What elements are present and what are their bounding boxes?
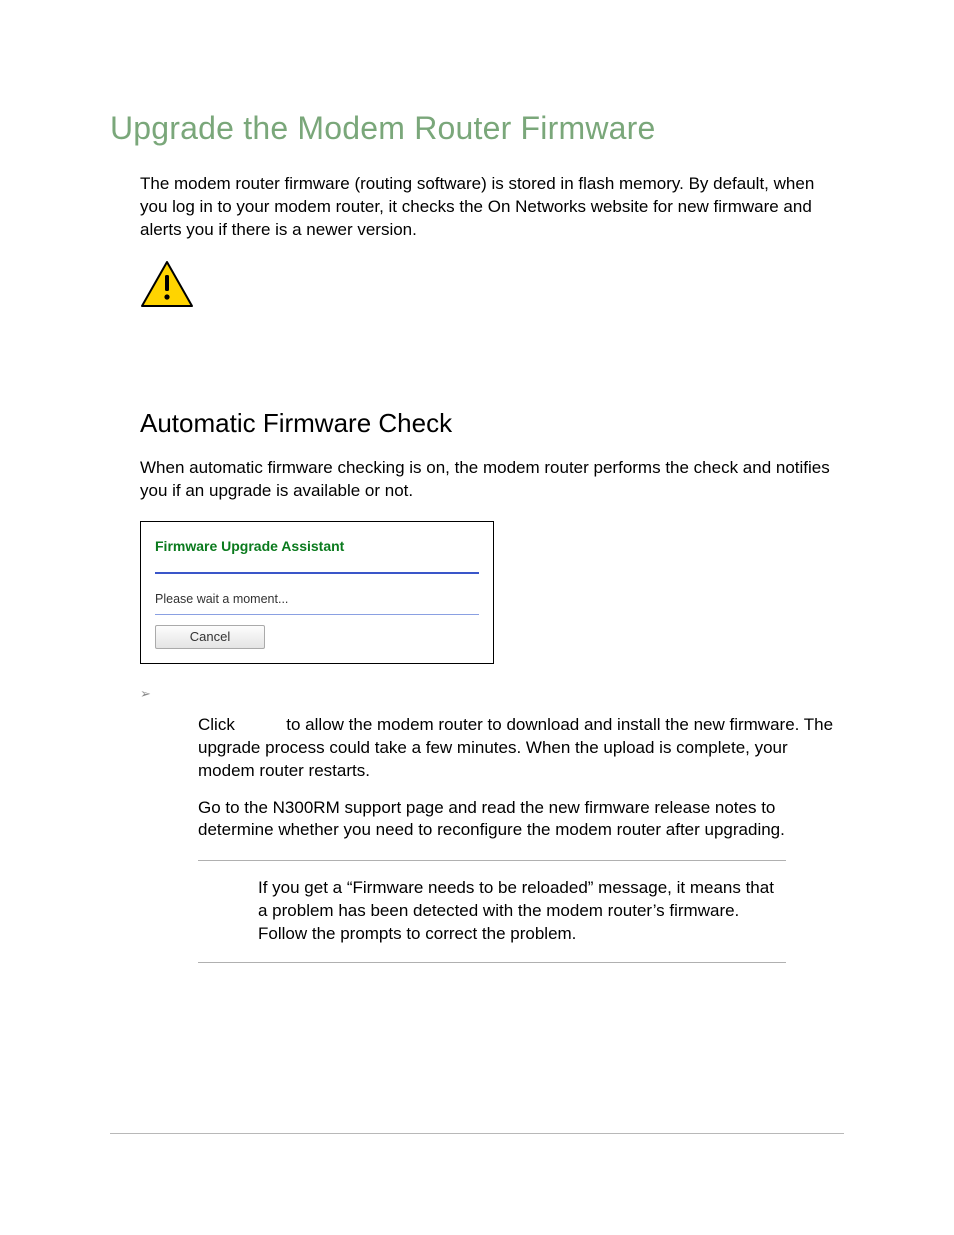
firmware-assistant-panel: Firmware Upgrade Assistant Please wait a… [140,521,494,664]
steps-block: Click to allow the modem router to downl… [198,714,844,843]
footer-rule [110,1133,844,1134]
intro-paragraph: The modem router firmware (routing softw… [140,173,844,242]
step-click-yes: Click to allow the modem router to downl… [198,714,844,783]
panel-divider [155,572,479,574]
document-page: Upgrade the Modem Router Firmware The mo… [0,0,954,1235]
body-block: The modem router firmware (routing softw… [140,173,844,963]
warning-icon [140,260,844,308]
step-release-notes: Go to the N300RM support page and read t… [198,797,844,843]
note-box: If you get a “Firmware needs to be reloa… [198,860,786,963]
list-bullet-icon: ➢ [140,686,844,702]
section-heading: Automatic Firmware Check [140,408,844,439]
panel-title: Firmware Upgrade Assistant [155,538,479,554]
cancel-button[interactable]: Cancel [155,625,265,649]
section-paragraph: When automatic firmware checking is on, … [140,457,844,503]
step1-prefix-text: Click [198,715,240,734]
panel-status-text: Please wait a moment... [155,592,479,615]
note-text: If you get a “Firmware needs to be reloa… [258,877,786,946]
page-title: Upgrade the Modem Router Firmware [110,110,844,147]
step1-rest-text: to allow the modem router to download an… [198,715,833,780]
